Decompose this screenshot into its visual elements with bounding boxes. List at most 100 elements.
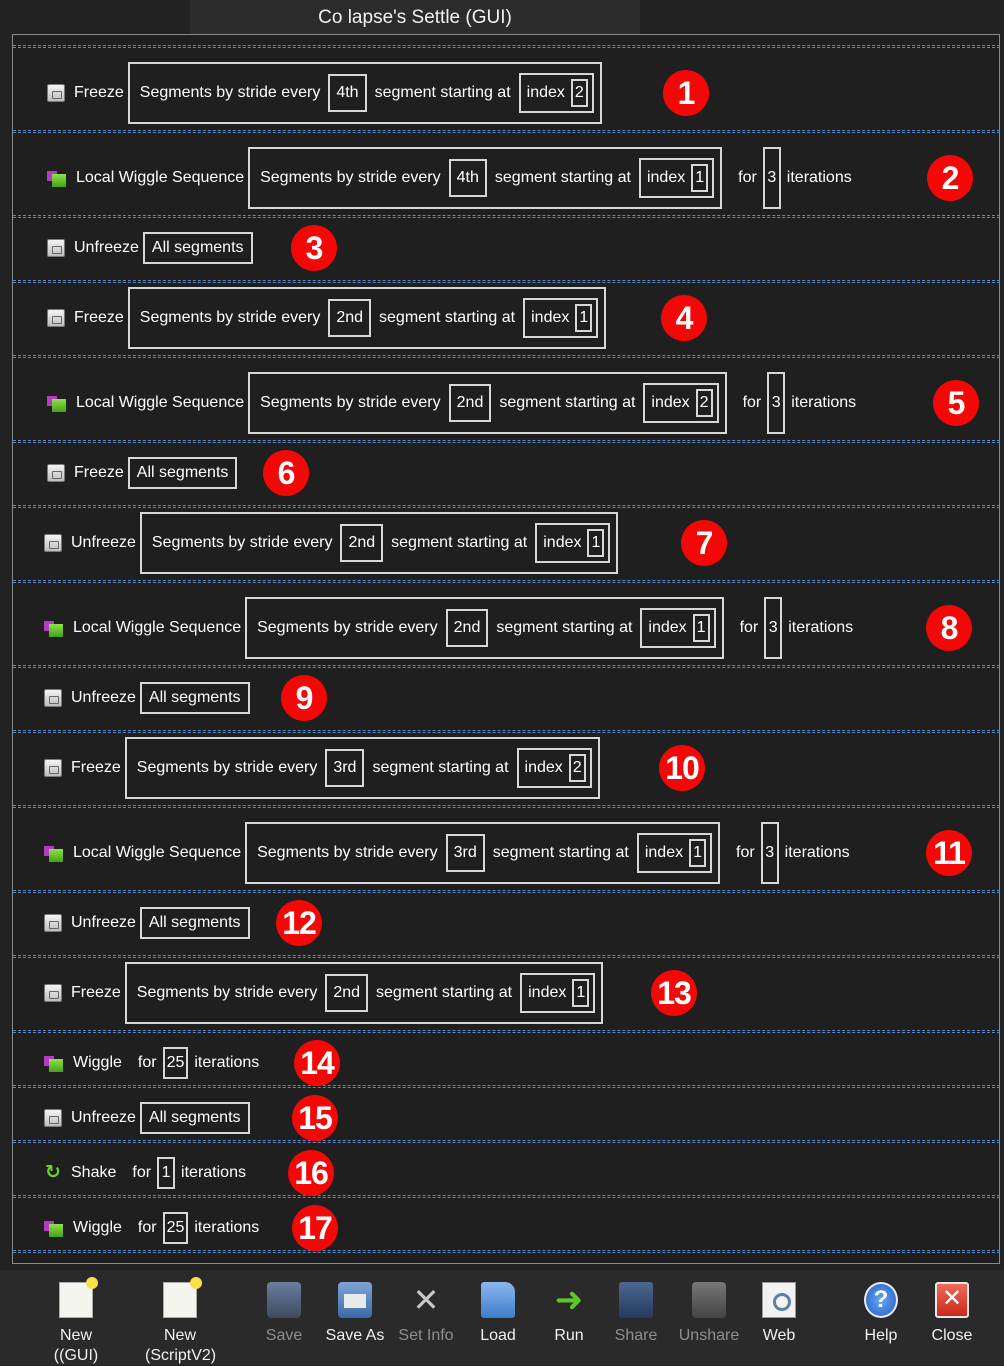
segment-selector[interactable]: All segments [139,682,250,714]
iterations-value[interactable]: 3 [767,372,786,434]
help-button[interactable]: ? Help [846,1278,916,1346]
run-button[interactable]: ➜ Run [534,1278,604,1346]
index-value[interactable]: 2 [570,79,588,107]
action-label[interactable]: Freeze [71,984,121,1002]
set-info-button[interactable]: ✕ Set Info [391,1278,461,1346]
iterations-label: iterations [194,1054,260,1071]
action-label[interactable]: Freeze [74,464,124,482]
index-value[interactable]: 1 [691,164,709,192]
action-label[interactable]: Local Wiggle Sequence [76,394,244,412]
for-label: for [739,619,759,636]
step-separator [13,440,1000,443]
index-selector[interactable]: index 1 [520,973,596,1013]
iterations-value[interactable]: 1 [157,1157,176,1189]
close-button[interactable]: ✕ Close [917,1278,987,1346]
recipe-step[interactable]: ↻ Shake for 1 iterations [44,1153,246,1193]
index-value[interactable]: 2 [568,754,586,782]
share-button[interactable]: Share [601,1278,671,1346]
segment-selector[interactable]: Segments by stride every 2nd segment start… [139,512,619,574]
new-script-button[interactable]: New (ScriptV2) [145,1277,216,1366]
index-value[interactable]: 1 [689,839,706,867]
segment-selector[interactable]: All segments [142,232,253,264]
action-label[interactable]: Local Wiggle Sequence [73,844,241,862]
index-selector[interactable]: index 1 [535,523,611,563]
recipe-step[interactable]: Local Wiggle Sequence Segments by stride … [47,372,856,434]
web-button[interactable]: Web [744,1278,814,1346]
recipe-step[interactable]: Wiggle for 25 iterations [44,1208,259,1248]
recipe-step[interactable]: Freeze Segments by stride every 3rd segment… [44,737,600,799]
index-selector[interactable]: index 1 [638,158,715,198]
action-label[interactable]: Shake [71,1164,116,1182]
unshare-button[interactable]: Unshare [674,1278,744,1346]
segment-selector[interactable]: Segments by stride every 2nd segment start… [124,962,604,1024]
stride-value[interactable]: 2nd [340,524,384,562]
for-label: for [137,1054,157,1071]
for-label: for [738,169,757,186]
segment-selector[interactable]: Segments by stride every 2nd segment start… [248,372,727,434]
step-number-badge: 10 [659,745,705,791]
recipe-step[interactable]: Local Wiggle Sequence Segments by stride … [47,147,852,209]
save-button[interactable]: Save [249,1278,319,1346]
recipe-step[interactable]: Local Wiggle Sequence Segments by stride … [44,822,850,884]
segment-selector[interactable]: Segments by stride every 3rd segment start… [245,822,720,884]
iterations-value[interactable]: 25 [162,1212,189,1244]
action-label[interactable]: Unfreeze [71,689,136,707]
recipe-step[interactable]: Freeze Segments by stride every 2nd segment… [47,287,607,349]
recipe-step[interactable]: Unfreeze All segments [44,1098,250,1138]
index-value[interactable]: 1 [575,304,593,332]
recipe-step[interactable]: Wiggle for 25 iterations [44,1043,259,1083]
index-selector[interactable]: index 2 [518,73,594,113]
iterations-value[interactable]: 3 [762,147,781,209]
action-label[interactable]: Wiggle [73,1219,122,1237]
stride-value[interactable]: 2nd [445,609,489,647]
segment-selector[interactable]: Segments by stride every 3rd segment start… [124,737,600,799]
iterations-value[interactable]: 3 [760,822,779,884]
recipe-step[interactable]: Freeze All segments [47,453,238,493]
segment-selector[interactable]: Segments by stride every 2nd segment start… [127,287,607,349]
stride-value[interactable]: 3rd [445,834,485,872]
segment-selector[interactable]: All segments [139,1102,250,1134]
action-label[interactable]: Unfreeze [71,1109,136,1127]
segment-selector[interactable]: Segments by stride every 4th segment start… [248,147,723,209]
index-value[interactable]: 1 [572,979,590,1007]
segment-selector[interactable]: Segments by stride every 4th segment start… [127,62,602,124]
recipe-step[interactable]: Freeze Segments by stride every 4th segment… [47,62,602,124]
action-label[interactable]: Unfreeze [74,239,139,257]
index-selector[interactable]: index 1 [640,608,716,648]
index-selector[interactable]: index 2 [643,383,719,423]
action-label[interactable]: Freeze [71,759,121,777]
index-value[interactable]: 1 [692,614,710,642]
load-button[interactable]: Load [463,1278,533,1346]
action-label[interactable]: Wiggle [73,1054,122,1072]
stride-value[interactable]: 4th [448,159,487,197]
stride-value[interactable]: 2nd [325,974,369,1012]
recipe-step[interactable]: Local Wiggle Sequence Segments by stride … [44,597,853,659]
index-value[interactable]: 2 [695,389,713,417]
index-selector[interactable]: index 2 [516,748,592,788]
recipe-step[interactable]: Unfreeze All segments [44,678,250,718]
segment-selector[interactable]: All segments [127,457,238,489]
action-label[interactable]: Unfreeze [71,914,136,932]
new-gui-button[interactable]: New ((GUI) [41,1277,111,1366]
action-label[interactable]: Freeze [74,84,124,102]
iterations-value[interactable]: 25 [162,1047,189,1079]
recipe-step[interactable]: Unfreeze All segments [47,228,253,268]
action-label[interactable]: Local Wiggle Sequence [73,619,241,637]
action-label[interactable]: Unfreeze [71,534,136,552]
index-selector[interactable]: index 1 [523,298,599,338]
segment-selector[interactable]: All segments [139,907,250,939]
action-label[interactable]: Local Wiggle Sequence [76,169,244,187]
stride-value[interactable]: 3rd [325,749,365,787]
stride-value[interactable]: 2nd [448,384,492,422]
segment-selector[interactable]: Segments by stride every 2nd segment start… [245,597,724,659]
recipe-step[interactable]: Unfreeze Segments by stride every 2nd segme… [44,512,619,574]
iterations-value[interactable]: 3 [764,597,783,659]
index-value[interactable]: 1 [587,529,605,557]
index-selector[interactable]: index 1 [636,833,712,873]
stride-value[interactable]: 4th [328,74,367,112]
recipe-step[interactable]: Freeze Segments by stride every 2nd segment… [44,962,604,1024]
stride-value[interactable]: 2nd [328,299,372,337]
save-as-button[interactable]: Save As [320,1278,390,1346]
recipe-step[interactable]: Unfreeze All segments [44,903,250,943]
action-label[interactable]: Freeze [74,309,124,327]
